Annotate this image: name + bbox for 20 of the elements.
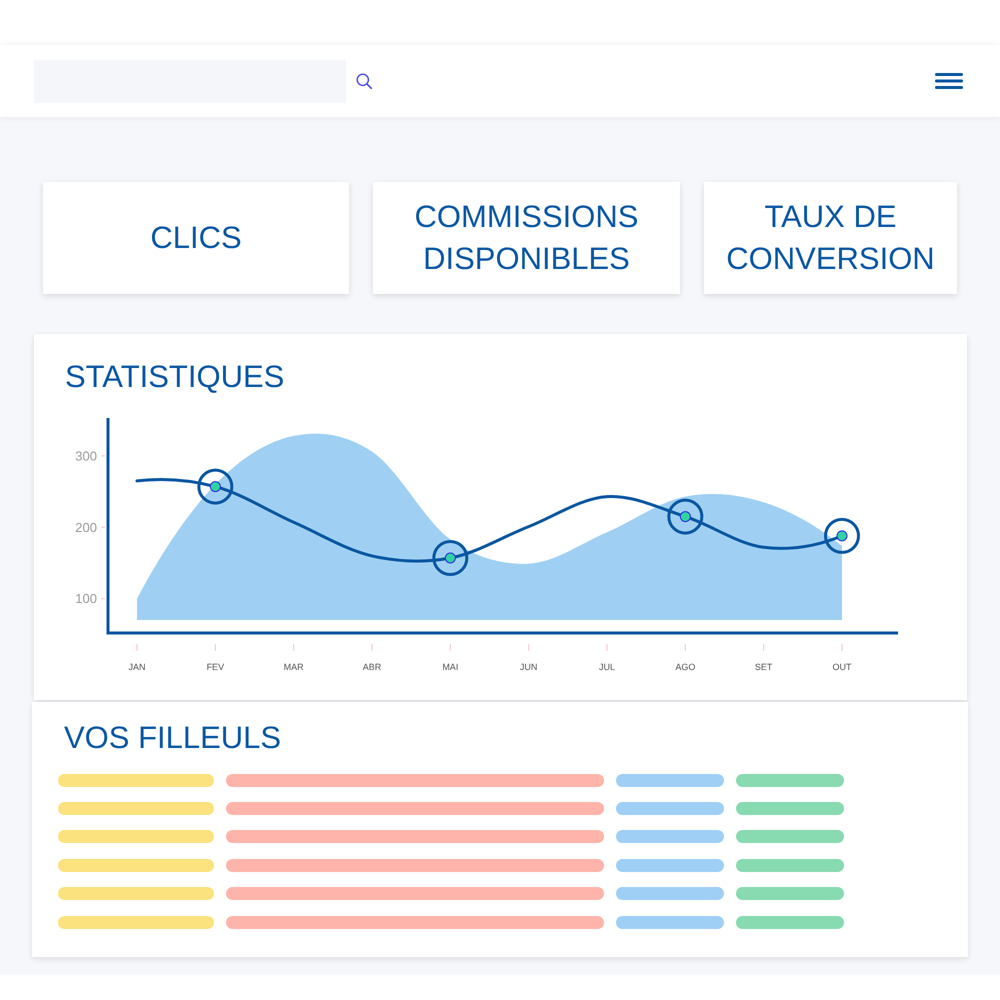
x-tick-label: OUT — [832, 662, 852, 672]
x-tick-label: AGO — [675, 662, 696, 672]
menu-icon[interactable] — [935, 73, 963, 89]
summary-card: COMMISSIONS DISPONIBLES — [373, 182, 680, 294]
x-tick-label: JAN — [128, 662, 146, 672]
y-tick-label: 300 — [75, 448, 97, 464]
summary-card: TAUX DE CONVERSION — [704, 182, 957, 294]
x-tick-label: ABR — [362, 662, 382, 672]
summary-card: CLICS — [43, 182, 349, 294]
x-tick-label: JUN — [520, 662, 538, 672]
search-icon[interactable] — [356, 73, 372, 89]
x-tick-label: MAI — [442, 662, 458, 672]
y-tick-label: 200 — [75, 520, 97, 535]
panel-title: VOS FILLEULS — [64, 719, 282, 756]
x-tick-label: JUL — [599, 662, 615, 672]
x-tick-label: SET — [754, 662, 772, 672]
panel-title: STATISTIQUES — [65, 358, 284, 395]
x-tick-label: MAR — [284, 662, 304, 672]
y-tick-label: 100 — [75, 591, 97, 606]
x-tick-label: FEV — [206, 662, 224, 672]
